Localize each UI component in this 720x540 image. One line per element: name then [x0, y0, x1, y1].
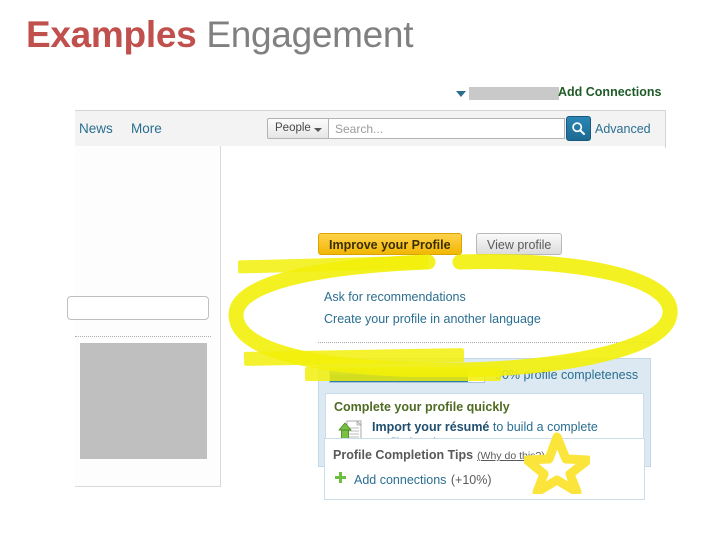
nav-item-news[interactable]: News [79, 121, 113, 136]
screenshot-topbar: Add Connections [75, 84, 667, 110]
improve-profile-button[interactable]: Improve your Profile [318, 233, 462, 255]
page-title: Examples Engagement [26, 12, 413, 58]
content-divider [318, 342, 651, 343]
search-scope-dropdown[interactable]: People [267, 118, 329, 139]
tips-heading: Profile Completion Tips [333, 448, 474, 462]
navigation-bar: News More People Search... Advanced [75, 110, 666, 148]
nav-item-more[interactable]: More [131, 121, 162, 136]
tips-list-item[interactable]: Add connections (+10%) [333, 471, 636, 489]
search-input[interactable]: Search... [329, 118, 565, 139]
import-resume-link[interactable]: Import your résumé [372, 420, 489, 434]
profile-completeness-row: 90% profile completeness [319, 359, 650, 393]
search-button[interactable] [566, 116, 591, 141]
advanced-search-link[interactable]: Advanced [595, 122, 651, 136]
chevron-down-icon [314, 128, 322, 132]
embedded-screenshot: Add Connections News More People Search.… [67, 84, 667, 500]
page-content: Improve your Profile View profile Ask fo… [67, 146, 665, 500]
sidebar-redacted-block [80, 343, 207, 459]
search-scope-label: People [275, 122, 311, 134]
plus-icon [335, 472, 346, 483]
left-sidebar-panel [67, 146, 221, 487]
profile-completeness-progressbar [329, 368, 485, 383]
caret-down-icon[interactable] [456, 91, 466, 97]
profile-completion-tips-card: Profile Completion Tips (Why do this?) Ad… [324, 438, 645, 500]
page-title-accent: Examples [26, 14, 197, 55]
why-do-this-link[interactable]: (Why do this?) [477, 450, 545, 462]
progress-fill [330, 369, 469, 382]
search-placeholder: Search... [335, 122, 384, 136]
add-connections-link[interactable]: Add Connections [558, 85, 661, 99]
profile-completeness-label: 90% profile completeness [495, 368, 639, 382]
sidebar-input-field[interactable] [67, 296, 209, 320]
profile-main-column: Improve your Profile View profile Ask fo… [240, 146, 665, 500]
view-profile-button[interactable]: View profile [476, 233, 563, 255]
tips-heading-row: Profile Completion Tips (Why do this?) [333, 446, 636, 464]
complete-profile-quickly-heading: Complete your profile quickly [334, 400, 510, 414]
search-icon [572, 122, 585, 135]
ask-recommendations-link[interactable]: Ask for recommendations [324, 290, 466, 304]
page-title-muted: Engagement [196, 14, 414, 55]
create-profile-another-language-link[interactable]: Create your profile in another language [324, 312, 541, 326]
redacted-account-name [469, 87, 559, 100]
sidebar-divider [75, 336, 211, 337]
add-connections-tip-percent: (+10%) [450, 473, 492, 487]
add-connections-tip-link[interactable]: Add connections [354, 473, 446, 487]
